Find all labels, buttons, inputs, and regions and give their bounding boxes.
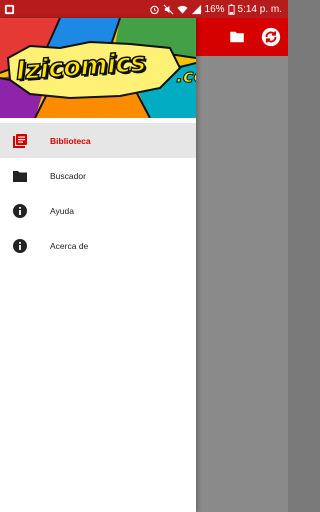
mute-icon xyxy=(163,4,173,14)
alarm-icon xyxy=(149,5,159,14)
status-bar: 16% 5:14 p. m. xyxy=(0,0,288,18)
drawer-menu: Biblioteca Buscador Ayuda Acerca de xyxy=(0,118,196,263)
library-icon xyxy=(13,134,27,148)
notification-icons xyxy=(0,4,15,15)
navigation-drawer: Izicomics .co Biblioteca Buscador xyxy=(0,18,196,512)
menu-item-label: Ayuda xyxy=(50,205,74,216)
status-indicators: 16% 5:14 p. m. xyxy=(149,0,282,18)
sync-icon[interactable] xyxy=(260,26,282,48)
battery-icon xyxy=(227,3,235,15)
menu-item-acerca-de[interactable]: Acerca de xyxy=(0,228,196,263)
info-icon xyxy=(13,239,27,253)
brand-logo-suffix: .co xyxy=(176,66,196,88)
menu-item-buscador[interactable]: Buscador xyxy=(0,158,196,193)
folder-icon[interactable] xyxy=(228,28,246,46)
menu-item-label: Acerca de xyxy=(50,240,89,251)
battery-percent: 16% xyxy=(204,3,225,15)
folder-icon xyxy=(13,171,27,182)
clock: 5:14 p. m. xyxy=(237,3,282,15)
content-scrim[interactable] xyxy=(196,56,288,512)
menu-item-label: Biblioteca xyxy=(50,135,91,146)
app-bar xyxy=(196,18,288,56)
menu-item-biblioteca[interactable]: Biblioteca xyxy=(0,123,196,158)
app-notification-icon xyxy=(4,4,15,14)
info-icon xyxy=(13,204,27,218)
menu-item-ayuda[interactable]: Ayuda xyxy=(0,193,196,228)
wifi-icon xyxy=(176,5,188,14)
signal-icon xyxy=(191,4,201,14)
drawer-header: Izicomics .co xyxy=(0,18,196,118)
menu-item-label: Buscador xyxy=(50,170,86,181)
